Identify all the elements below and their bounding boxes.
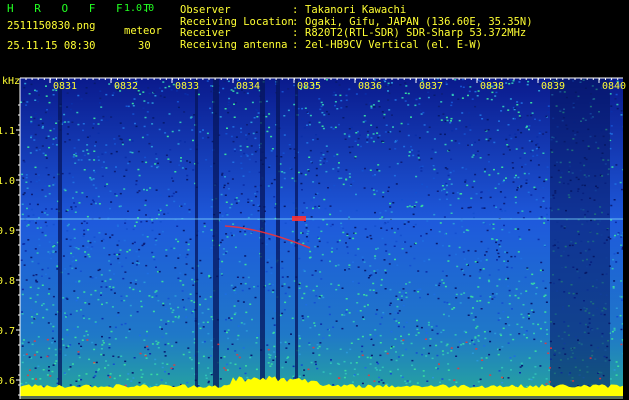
app-version: 1.0.0 <box>124 3 155 14</box>
receiver-label: Receiver <box>180 27 231 39</box>
y-tick-label: 0.7 <box>0 326 15 337</box>
dropout-band <box>276 78 280 389</box>
y-tick-label: 0.8 <box>0 276 15 287</box>
y-tick-label: 0.6 <box>0 376 15 387</box>
meteor-count: 30 <box>138 40 151 52</box>
y-unit-label: kHz <box>2 76 20 87</box>
meteor-head <box>292 216 306 221</box>
info-values: Takanori Kawachi Ogaki, Gifu, JAPAN (136… <box>305 4 533 51</box>
dropout-band <box>295 78 298 389</box>
observation-datetime: 25.11.15 08:30 <box>7 40 96 52</box>
antenna-value: 2el-HB9CV Vertical (el. E-W) <box>305 38 483 51</box>
observer-label: Observer <box>180 4 231 16</box>
separator: : <box>292 4 299 16</box>
dropout-band <box>195 78 198 389</box>
y-tick-label: 0.9 <box>0 226 15 237</box>
antenna-label: Receiving antenna <box>180 38 288 51</box>
dropout-band <box>213 78 219 389</box>
noise-floor <box>20 78 623 399</box>
observer-value: Takanori Kawachi <box>305 4 407 16</box>
dropout-band <box>260 78 265 389</box>
receiver-value: R820T2(RTL-SDR) SDR-Sharp 53.372MHz <box>305 27 527 39</box>
spectrogram <box>20 78 623 399</box>
separator: : <box>292 27 299 39</box>
y-tick-label: 1.1 <box>0 126 15 137</box>
y-tick-label: 1.0 <box>0 176 15 187</box>
info-labels: Observer Receiving Location Receiver Rec… <box>180 4 294 51</box>
spectrogram-canvas <box>20 78 623 399</box>
image-filename: 2511150830.png <box>7 20 96 32</box>
separator: : <box>292 38 299 51</box>
dropout-band <box>58 78 62 389</box>
dropout-band <box>550 78 610 389</box>
meteor-label: meteor <box>124 25 162 37</box>
info-separators: : : : : <box>292 4 299 51</box>
